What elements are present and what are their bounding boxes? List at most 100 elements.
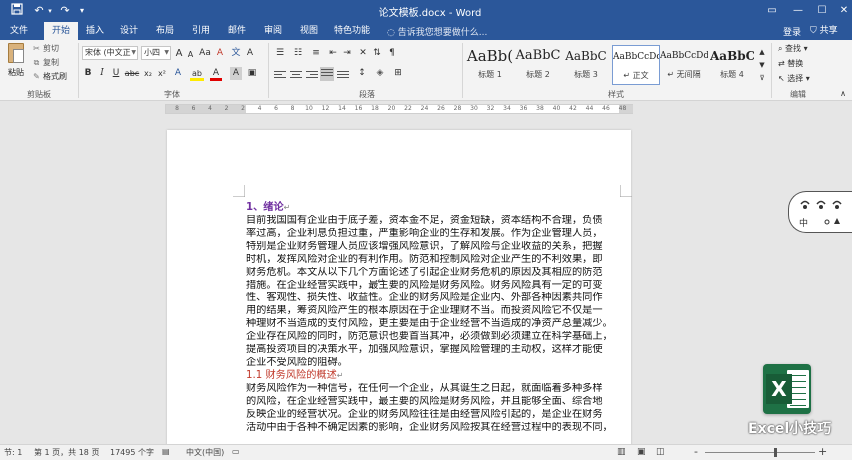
tab-home[interactable]: 开始 [44, 22, 78, 40]
find-button[interactable]: ⌕ 查找 ▾ [778, 43, 808, 55]
redo-icon[interactable]: ↷ [58, 3, 72, 19]
subscript-button[interactable]: x₂ [142, 67, 154, 80]
tab-view[interactable]: 视图 [296, 22, 322, 40]
style-heading-2[interactable]: AaBbC 标题 2 [514, 45, 562, 85]
tab-references[interactable]: 引用 [188, 22, 214, 40]
ime-widget[interactable]: 中 [788, 191, 852, 233]
login-link[interactable]: 登录 [783, 25, 801, 38]
word-count[interactable]: 17495 个字 [110, 447, 154, 458]
borders-icon[interactable]: ⊞ [391, 67, 405, 80]
sort-icon[interactable]: ⇅ [371, 47, 383, 60]
share-button[interactable]: ⛉ 共享 [810, 24, 838, 38]
distributed-icon[interactable] [337, 69, 351, 81]
horizontal-ruler[interactable]: 8 6 4 2 2 4 6 8 10 12 14 16 18 20 22 24 26 28 30 32 34 36 38 40… [165, 104, 633, 114]
show-marks-icon[interactable]: ¶ [386, 47, 398, 60]
web-layout-icon[interactable]: ◫ [656, 447, 665, 457]
decrease-indent-icon[interactable]: ⇤ [327, 47, 339, 60]
text-line: 财务危机。本文从以下几个方面论述了引起企业财务危机的原因及其相应的防范 [246, 266, 603, 278]
shrink-font-button[interactable]: A [186, 48, 195, 61]
align-center-icon[interactable] [290, 69, 304, 81]
group-divider [268, 43, 269, 98]
font-name-select[interactable]: 宋体 (中文正 ▼ [82, 46, 138, 60]
customize-qat-icon[interactable]: ▾ [76, 3, 88, 19]
align-left-icon[interactable] [274, 69, 288, 81]
superscript-button[interactable]: x² [156, 67, 168, 80]
tab-review[interactable]: 审阅 [260, 22, 286, 40]
clear-format-button[interactable]: A [215, 47, 225, 60]
style-heading-4[interactable]: AaBbC 标题 4 [710, 45, 754, 85]
char-border-icon[interactable]: ▣ [246, 67, 258, 80]
macro-record-icon[interactable]: ▭ [232, 447, 240, 456]
shading-icon[interactable]: ◈ [373, 67, 387, 80]
zoom-slider-thumb[interactable] [774, 448, 777, 457]
align-right-icon[interactable] [306, 69, 320, 81]
proofing-icon[interactable]: ▤ [162, 447, 170, 456]
save-icon[interactable] [10, 3, 24, 19]
zoom-slider[interactable] [705, 452, 815, 453]
tab-mailings[interactable]: 邮件 [224, 22, 250, 40]
read-mode-icon[interactable]: ▥ [617, 447, 626, 457]
minimize-icon[interactable]: — [786, 2, 810, 20]
tab-file[interactable]: 文件 [4, 22, 34, 40]
multilevel-list-icon[interactable]: ≡ [309, 47, 323, 60]
grow-font-button[interactable]: A [174, 47, 184, 60]
styles-scroll-down-icon[interactable]: ▼ [757, 59, 767, 72]
undo-dropdown-icon[interactable]: ▾ [46, 3, 54, 19]
tab-layout[interactable]: 布局 [152, 22, 178, 40]
enclose-char-icon[interactable]: A [244, 47, 256, 60]
select-button[interactable]: ↖ 选择 ▾ [778, 73, 810, 85]
collapse-ribbon-icon[interactable]: ∧ [838, 87, 848, 100]
style-normal[interactable]: AaBbCcDd ↵ 正文 [612, 45, 660, 85]
cut-button[interactable]: ✂ 剪切 [32, 43, 59, 55]
paragraph-mark-icon: ↵ [336, 370, 344, 380]
paste-button[interactable]: 粘贴 [4, 43, 28, 83]
ruler-number: 24 [420, 105, 429, 112]
zoom-in-button[interactable]: + [818, 445, 827, 458]
print-layout-icon[interactable]: ▣ [637, 447, 646, 457]
document-page[interactable]: ↵ 1、绪论↵ 目前我国国有企业由于底子差，资本金不足，资金短缺，资本结构不合理… [167, 130, 632, 450]
font-color-button[interactable]: A [210, 67, 222, 81]
maximize-icon[interactable]: ☐ [810, 2, 834, 20]
tab-special-features[interactable]: 特色功能 [332, 22, 372, 40]
change-case-button[interactable]: Aa [198, 47, 212, 60]
replace-button[interactable]: ⇄ 替换 [778, 58, 803, 70]
font-size-select[interactable]: 小四 ▼ [141, 46, 171, 60]
bold-button[interactable]: B [83, 67, 93, 80]
phonetic-guide-icon[interactable]: 文 [230, 47, 242, 60]
language-indicator[interactable]: 中文(中国) [186, 447, 224, 458]
undo-icon[interactable]: ↶ [32, 3, 46, 19]
increase-indent-icon[interactable]: ⇥ [341, 47, 353, 60]
strikethrough-button[interactable]: abc [124, 67, 140, 80]
tell-me-box[interactable]: ◌ 告诉我您想要做什么... [387, 25, 487, 38]
style-sample: AaBbC [565, 49, 607, 63]
style-heading-1[interactable]: AaBb( 标题 1 [466, 45, 514, 85]
bullets-icon[interactable]: ☰ [273, 47, 287, 60]
style-no-spacing[interactable]: AaBbCcDd ↵ 无间隔 [660, 45, 708, 85]
copy-button[interactable]: ⧉ 复制 [32, 57, 59, 69]
close-icon[interactable]: ✕ [832, 2, 852, 20]
styles-more-icon[interactable]: ⊽ [757, 72, 767, 85]
chinese-layout-icon[interactable]: ✕ [357, 47, 369, 60]
format-painter-button[interactable]: ✎ 格式刷 [32, 71, 67, 83]
underline-button[interactable]: U [111, 67, 121, 80]
highlight-button[interactable]: ab [190, 67, 204, 81]
text-line: 率过高，企业利息负担过重，严重影响企业的生存和发展。作为企业管理人员， [246, 227, 603, 239]
style-heading-3[interactable]: AaBbC 标题 3 [562, 45, 610, 85]
ribbon-display-options-icon[interactable]: ▭ [760, 2, 784, 20]
ruler-number: 8 [175, 105, 179, 112]
tab-insert[interactable]: 插入 [82, 22, 108, 40]
zoom-out-button[interactable]: - [694, 445, 698, 458]
document-body[interactable]: 1、绪论↵ 目前我国国有企业由于底子差，资本金不足，资金短缺，资本结构不合理，负… [246, 202, 626, 435]
section-indicator[interactable]: 节: 1 [4, 447, 22, 458]
ime-mode-label: 中 [799, 219, 809, 229]
styles-scroll-up-icon[interactable]: ▲ [757, 46, 767, 59]
text-effects-button[interactable]: A [172, 67, 184, 80]
line-spacing-icon[interactable]: ↕ [355, 67, 369, 80]
page-indicator[interactable]: 第 1 页，共 18 页 [34, 447, 99, 458]
numbering-icon[interactable]: ☷ [291, 47, 305, 60]
justify-icon[interactable] [320, 67, 334, 81]
char-shading-button[interactable]: A [230, 67, 242, 80]
ruler-number: 30 [470, 105, 478, 112]
tab-design[interactable]: 设计 [116, 22, 142, 40]
italic-button[interactable]: I [97, 67, 107, 80]
